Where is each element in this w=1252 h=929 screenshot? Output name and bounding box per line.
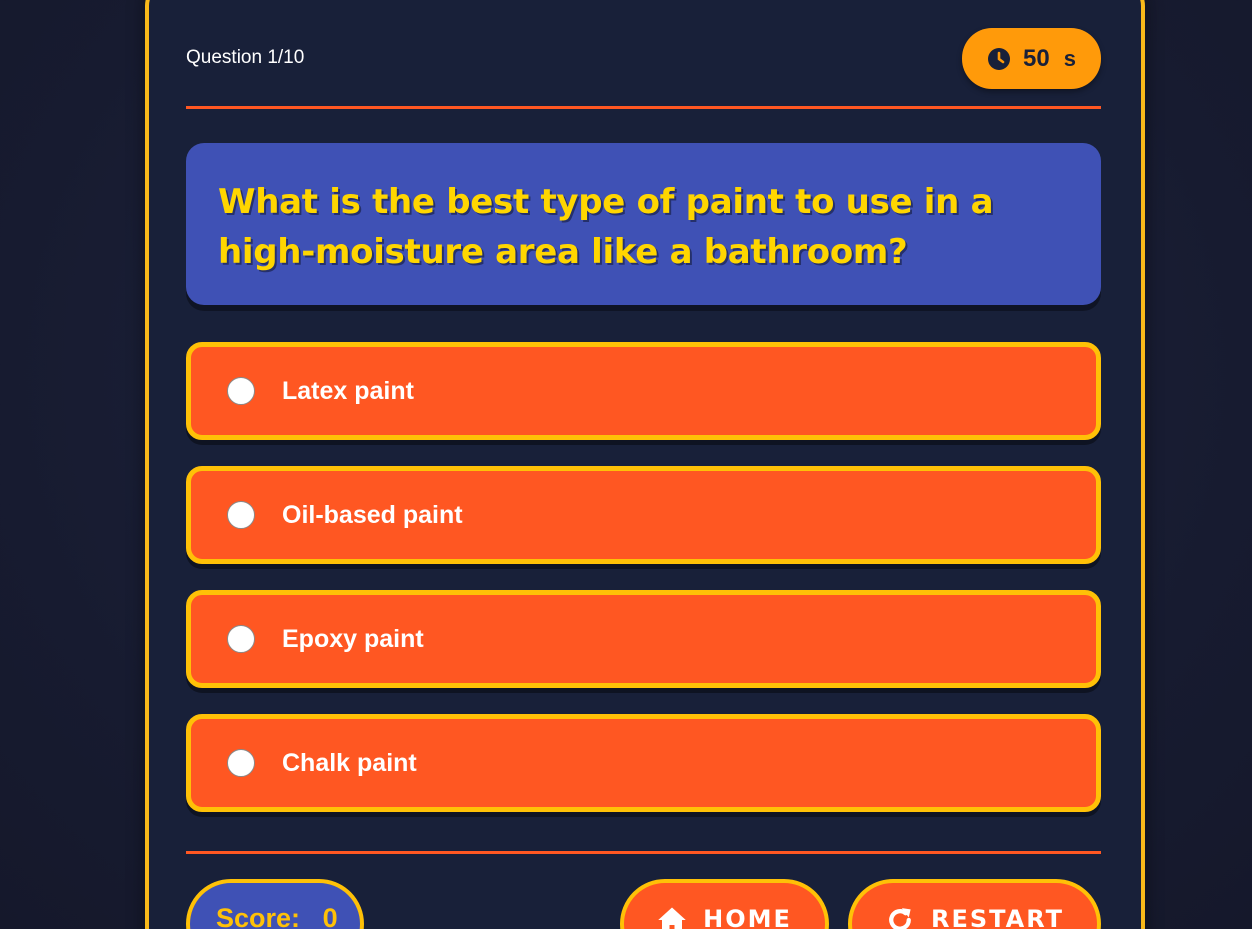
timer-badge: 50 s [962,28,1101,89]
score-value: 0 [322,903,338,929]
question-box: What is the best type of paint to use in… [186,143,1101,305]
radio-button[interactable] [227,749,255,777]
radio-button[interactable] [227,501,255,529]
home-button-label: HOME [703,905,792,929]
question-counter: Question 1/10 [186,47,305,68]
score-label: Score: [216,903,301,929]
bottom-divider [186,851,1101,854]
answer-option-label: Epoxy paint [282,624,424,653]
answer-option[interactable]: Latex paint [186,342,1101,440]
restart-button[interactable]: RESTART [848,879,1101,929]
answer-option[interactable]: Chalk paint [186,714,1101,812]
answer-option[interactable]: Epoxy paint [186,590,1101,688]
home-button[interactable]: HOME [620,879,829,929]
restart-icon [889,908,911,929]
question-text: What is the best type of paint to use in… [218,182,994,272]
radio-button[interactable] [227,625,255,653]
answer-option[interactable]: Oil-based paint [186,466,1101,564]
answer-option-label: Chalk paint [282,748,417,777]
radio-button[interactable] [227,377,255,405]
timer-value: 50 [1023,44,1050,72]
score-badge: Score: 0 [186,879,364,929]
restart-button-label: RESTART [930,905,1064,929]
top-divider [186,106,1101,109]
clock-icon [988,47,1011,70]
timer-unit: s [1063,45,1076,71]
answer-option-label: Oil-based paint [282,500,463,529]
home-icon [658,907,686,929]
answer-option-label: Latex paint [282,376,414,405]
